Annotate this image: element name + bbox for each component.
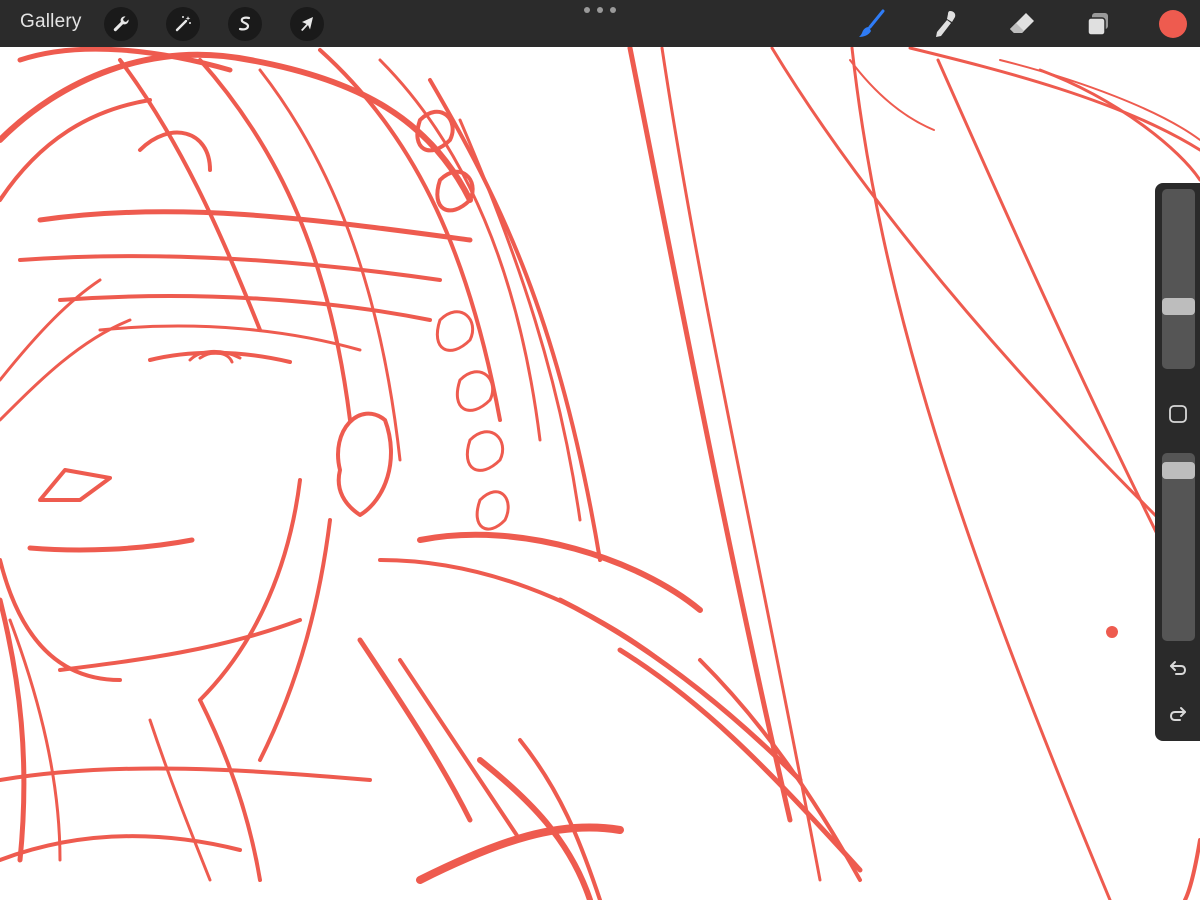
sidebar — [1155, 183, 1200, 741]
layers-icon — [1087, 13, 1108, 36]
undo-button[interactable] — [1165, 655, 1191, 681]
top-toolbar: Gallery — [0, 0, 1200, 47]
dot — [584, 7, 590, 13]
opacity-slider-thumb[interactable] — [1162, 462, 1195, 479]
selection-button[interactable] — [228, 7, 262, 41]
square-modify-icon — [1169, 405, 1187, 423]
brush-icon — [859, 9, 885, 37]
dot — [610, 7, 616, 13]
actions-button[interactable] — [104, 7, 138, 41]
procreate-app: Gallery — [0, 0, 1200, 900]
sketch-artwork — [0, 45, 1200, 900]
modify-button[interactable] — [1167, 403, 1189, 425]
layers-button[interactable] — [1080, 6, 1116, 42]
opacity-slider[interactable] — [1162, 453, 1195, 641]
arrow-cursor-icon — [301, 17, 313, 31]
selection-s-icon — [238, 16, 251, 31]
undo-icon — [1170, 661, 1187, 675]
color-picker-button[interactable] — [1159, 10, 1187, 38]
eraser-icon — [1010, 13, 1034, 33]
more-options-button[interactable] — [584, 3, 616, 17]
brush-tool-button[interactable] — [854, 6, 890, 42]
smudge-finger-icon — [936, 11, 956, 37]
eraser-tool-button[interactable] — [1004, 6, 1040, 42]
redo-button[interactable] — [1165, 701, 1191, 727]
wrench-icon — [113, 16, 129, 32]
redo-icon — [1169, 707, 1186, 721]
smudge-tool-button[interactable] — [928, 6, 964, 42]
gallery-button[interactable]: Gallery — [20, 11, 82, 33]
dot — [597, 7, 603, 13]
drawing-canvas[interactable] — [0, 0, 1200, 900]
magic-wand-icon — [175, 16, 191, 32]
adjustments-button[interactable] — [166, 7, 200, 41]
transform-button[interactable] — [290, 7, 324, 41]
brush-size-slider[interactable] — [1162, 189, 1195, 369]
brush-size-slider-thumb[interactable] — [1162, 298, 1195, 315]
